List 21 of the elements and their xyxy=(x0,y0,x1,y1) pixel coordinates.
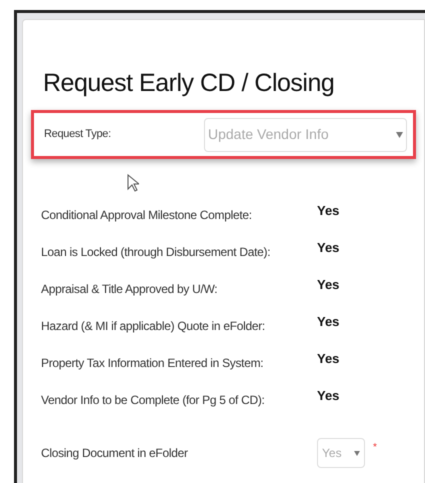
checklist-label: Conditional Approval Milestone Complete: xyxy=(41,207,253,224)
field-label: Closing Document in eFolder xyxy=(41,445,189,462)
checklist-label: Property Tax Information Entered in System: xyxy=(41,355,264,372)
checklist-label: Vendor Info to be Complete (for Pg 5 of CD): xyxy=(41,392,266,409)
checklist-label: Hazard (& MI if applicable) Quote in eFolder: xyxy=(41,318,266,335)
caret-icon xyxy=(354,450,360,456)
caret-icon xyxy=(396,132,403,138)
checklist-value: Yes xyxy=(317,202,340,220)
checklist-value: Yes xyxy=(317,387,340,405)
checklist-label: Appraisal & Title Approved by U/W: xyxy=(41,281,218,298)
checklist-value: Yes xyxy=(317,276,340,294)
checklist-value: Yes xyxy=(317,239,340,257)
field-label: Request Type: xyxy=(44,127,112,142)
checklist-value: Yes xyxy=(317,313,340,331)
request-type-select[interactable]: Update Vendor Info xyxy=(204,118,407,152)
required-mark: * xyxy=(373,441,377,455)
closing-document-select[interactable]: Yes xyxy=(317,438,365,468)
form-title: Request Early CD / Closing xyxy=(43,68,336,98)
checklist-value: Yes xyxy=(317,350,340,368)
cursor-icon xyxy=(127,174,139,192)
checklist-label: Loan is Locked (through Disbursement Date): xyxy=(41,244,272,261)
